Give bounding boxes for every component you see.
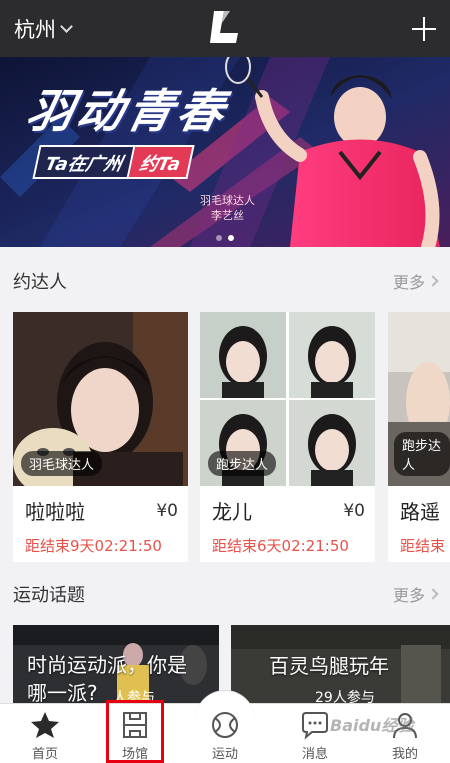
app-screen: 杭州 羽动青春 Ta在广州 约Ta 羽毛球达人 李艺丝 约达人 更多 羽毛球达人… [0, 0, 450, 763]
tab-sport-label: 运动 [211, 747, 238, 762]
topics-more-link[interactable]: 更多 [392, 582, 439, 606]
banner-caption: 羽毛球达人 李艺丝 [200, 193, 255, 223]
tab-profile-label: 我的 [391, 747, 418, 762]
ball-icon [210, 710, 240, 740]
tab-messages-label: 消息 [301, 747, 328, 762]
person-card[interactable]: 跑步达人 龙儿 ¥0 距结束6天02:21:50 [200, 312, 375, 562]
banner-caption-line2: 李艺丝 [211, 209, 244, 222]
person-photo: 跑步达人 [200, 312, 375, 486]
topics-more-label: 更多 [392, 586, 425, 605]
topic-title: 百灵鸟腿玩年 [269, 654, 389, 678]
star-icon [30, 710, 60, 740]
chevron-down-icon [60, 19, 73, 33]
banner-caption-line1: 羽毛球达人 [200, 194, 255, 207]
carousel-dots [216, 235, 234, 241]
tab-home-label: 首页 [31, 747, 58, 762]
person-name: 啦啦啦 [25, 500, 85, 524]
person-countdown: 距结束6天02:21:50 [212, 537, 349, 555]
person-price: ¥0 [156, 500, 178, 521]
tutorial-highlight-box [106, 700, 164, 763]
meet-section-title: 约达人 [13, 272, 67, 293]
meet-section-header: 约达人 更多 [0, 264, 450, 298]
tab-sport[interactable]: 运动 [185, 690, 265, 763]
person-card[interactable]: 跑步达人 路遥 距结束 [388, 312, 450, 562]
top-bar: 杭州 [0, 0, 450, 57]
chat-bubble-icon [300, 710, 330, 740]
carousel-dot[interactable] [216, 235, 222, 241]
chevron-right-icon [427, 588, 439, 600]
banner-subtitle-part1: Ta在广州 [32, 145, 136, 179]
person-countdown: 距结束 [400, 537, 446, 555]
banner-subtitle: Ta在广州 约Ta [32, 145, 195, 179]
person-price: ¥0 [343, 500, 365, 521]
banner-title: 羽动青春 [21, 84, 234, 138]
person-countdown: 距结束9天02:21:50 [25, 537, 162, 555]
topic-title-line1: 时尚运动派，你是 [27, 653, 187, 677]
meet-more-link[interactable]: 更多 [392, 269, 439, 293]
person-name: 龙儿 [212, 500, 252, 524]
person-photo: 羽毛球达人 [13, 312, 188, 486]
app-logo [210, 11, 238, 43]
topics-section-title: 运动话题 [13, 585, 85, 606]
city-label: 杭州 [14, 17, 56, 42]
meet-more-label: 更多 [392, 273, 425, 292]
person-tag: 跑步达人 [208, 451, 277, 476]
carousel-dot-active[interactable] [228, 235, 234, 241]
topic-card[interactable]: 时尚运动派，你是 哪一派? 人参与 [13, 625, 219, 705]
chevron-right-icon [427, 275, 439, 287]
tab-home[interactable]: 首页 [5, 704, 85, 763]
person-photo: 跑步达人 [388, 312, 450, 486]
banner-subtitle-part2: 约Ta [128, 145, 195, 179]
person-card[interactable]: 羽毛球达人 啦啦啦 ¥0 距结束9天02:21:50 [13, 312, 188, 562]
people-cards: 羽毛球达人 啦啦啦 ¥0 距结束9天02:21:50 跑步达人 龙儿 ¥0 距结… [13, 312, 450, 562]
person-tag: 羽毛球达人 [21, 451, 103, 476]
promo-banner[interactable]: 羽动青春 Ta在广州 约Ta 羽毛球达人 李艺丝 [0, 57, 450, 247]
city-selector[interactable]: 杭州 [14, 14, 73, 44]
topic-title: 时尚运动派，你是 哪一派? [27, 651, 187, 705]
topics-section-header: 运动话题 更多 [0, 577, 450, 611]
topic-card[interactable]: 百灵鸟腿玩年 29人参与 [231, 625, 450, 705]
person-name: 路遥 [400, 500, 440, 524]
plus-icon[interactable] [412, 16, 436, 41]
watermark: Baidu经验 [330, 716, 414, 735]
person-tag: 跑步达人 [394, 432, 450, 476]
